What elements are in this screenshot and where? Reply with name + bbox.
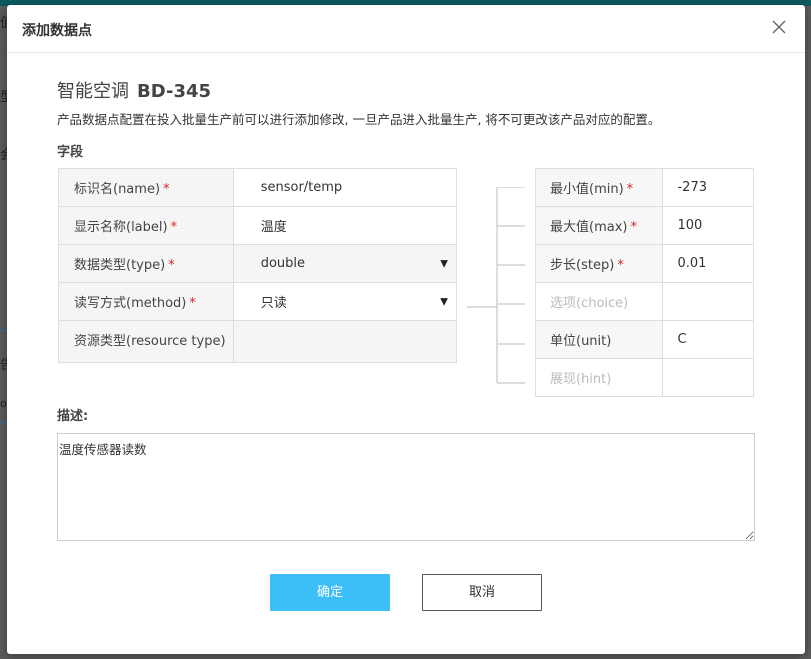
unit-input[interactable]: C <box>662 320 754 359</box>
confirm-button[interactable]: 确定 <box>270 574 390 611</box>
range-row-min: 最小值(min) * -273 <box>534 168 754 207</box>
description-label: 描述: <box>57 409 89 424</box>
resource-label: 资源类型(resource type) <box>74 334 226 349</box>
field-label-cell: 数据类型(type) * <box>58 244 234 283</box>
label-input[interactable]: 温度 <box>232 206 458 245</box>
close-button[interactable] <box>767 15 791 39</box>
config-notice: 产品数据点配置在投入批量生产前可以进行添加修改, 一旦产品进入批量生产, 将不可… <box>57 112 661 127</box>
product-name: 智能空调 <box>57 81 129 102</box>
product-heading: 智能空调 BD-345 <box>57 77 211 103</box>
product-model: BD-345 <box>137 81 212 102</box>
field-label-cell: 读写方式(method) * <box>58 282 234 321</box>
name-input[interactable]: sensor/temp <box>232 168 458 207</box>
required-mark: * <box>170 220 178 235</box>
close-icon <box>772 20 786 34</box>
range-row-hint: 展现(hint) <box>534 358 754 397</box>
dropdown-caret-icon: ▼ <box>440 296 448 307</box>
name-label: 标识名(name) <box>74 182 161 197</box>
name-value: sensor/temp <box>260 180 343 195</box>
field-row-resource: 资源类型(resource type) <box>58 320 458 363</box>
max-value: 100 <box>677 218 703 233</box>
range-label-cell: 展现(hint) <box>534 358 664 397</box>
cancel-button[interactable]: 取消 <box>422 574 542 611</box>
range-label-cell: 步长(step) * <box>534 244 664 283</box>
range-table: 最小值(min) * -273 最大值(max) * 100 步长(step) * 0… <box>534 168 754 397</box>
method-select[interactable]: 只读 ▼ <box>232 282 458 321</box>
range-row-unit: 单位(unit) C <box>534 320 754 359</box>
required-mark: * <box>163 182 170 197</box>
range-label-cell: 最大值(max) * <box>534 206 664 245</box>
field-row-method: 读写方式(method) * 只读 ▼ <box>58 282 458 321</box>
min-label: 最小值(min) <box>550 182 624 197</box>
required-mark: * <box>626 182 634 197</box>
choice-label: 选项(choice) <box>550 296 629 311</box>
field-connector-bracket <box>467 187 525 384</box>
field-label-cell: 显示名称(label) * <box>58 206 234 245</box>
unit-value: C <box>677 332 687 347</box>
field-row-name: 标识名(name) * sensor/temp <box>58 168 458 207</box>
add-datapoint-dialog: 添加数据点 智能空调 BD-345 产品数据点配置在投入批量生产前可以进行添加修改… <box>7 5 805 654</box>
dialog-title: 添加数据点 <box>22 23 92 39</box>
range-row-choice: 选项(choice) <box>534 282 754 321</box>
range-row-max: 最大值(max) * 100 <box>534 206 754 245</box>
required-mark: * <box>617 258 624 273</box>
type-label: 数据类型(type) <box>74 258 166 273</box>
min-input[interactable]: -273 <box>662 168 754 207</box>
method-value: 只读 <box>260 296 287 311</box>
dropdown-caret-icon: ▼ <box>440 258 448 269</box>
field-table: 标识名(name) * sensor/temp 显示名称(label) * 温度 数… <box>58 168 458 363</box>
max-input[interactable]: 100 <box>662 206 754 245</box>
label-value: 温度 <box>260 220 287 235</box>
description-textarea[interactable]: 温度传感器读数 <box>57 433 755 541</box>
range-label-cell: 单位(unit) <box>534 320 664 359</box>
unit-label: 单位(unit) <box>550 334 612 349</box>
range-label-cell: 选项(choice) <box>534 282 664 321</box>
background-text: o <box>0 397 7 410</box>
required-mark: * <box>189 296 196 311</box>
resource-input[interactable] <box>232 320 458 363</box>
range-row-step: 步长(step) * 0.01 <box>534 244 754 283</box>
hint-label: 展现(hint) <box>550 372 612 387</box>
range-label-cell: 最小值(min) * <box>534 168 664 207</box>
field-label-cell: 资源类型(resource type) <box>58 320 234 363</box>
required-mark: * <box>168 258 175 273</box>
dialog-header: 添加数据点 <box>7 5 805 53</box>
field-row-label: 显示名称(label) * 温度 <box>58 206 458 245</box>
type-value: double <box>260 256 306 271</box>
min-value: -273 <box>677 180 707 195</box>
fields-section-label: 字段 <box>57 145 84 160</box>
step-input[interactable]: 0.01 <box>662 244 754 283</box>
method-label: 读写方式(method) <box>74 296 187 311</box>
hint-input <box>662 358 754 397</box>
type-select[interactable]: double ▼ <box>232 244 458 283</box>
label-label: 显示名称(label) <box>74 220 168 235</box>
step-value: 0.01 <box>677 256 707 271</box>
max-label: 最大值(max) <box>550 220 628 235</box>
field-label-cell: 标识名(name) * <box>58 168 234 207</box>
field-row-type: 数据类型(type) * double ▼ <box>58 244 458 283</box>
choice-input <box>662 282 754 321</box>
required-mark: * <box>630 220 637 235</box>
step-label: 步长(step) <box>550 258 615 273</box>
